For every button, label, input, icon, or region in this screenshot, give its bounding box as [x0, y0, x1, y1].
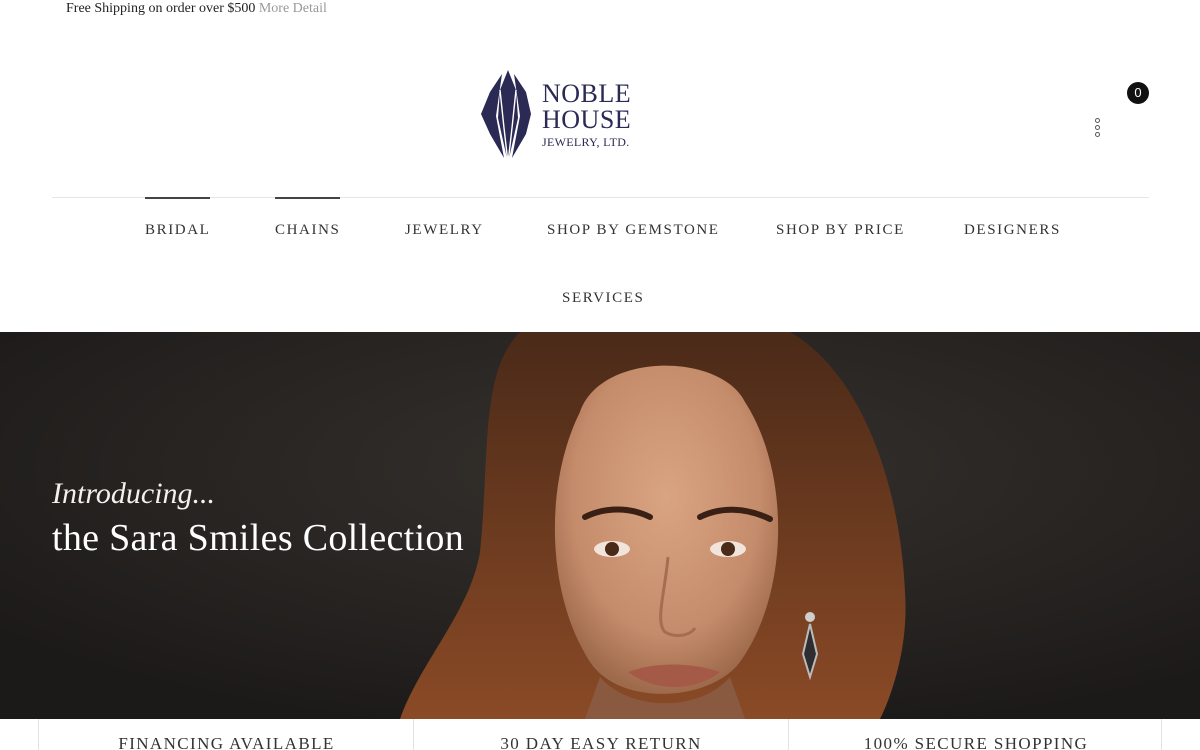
logo-line-jewelry: JEWELRY, LTD. — [542, 135, 630, 149]
site-logo[interactable]: NOBLE HOUSE JEWELRY, LTD. — [478, 68, 648, 168]
nav-item-shop-by-price[interactable]: SHOP BY PRICE — [776, 222, 905, 239]
hero-intro-text: Introducing... — [52, 477, 216, 510]
more-dots-icon[interactable] — [1090, 118, 1104, 144]
logo-line-house: HOUSE — [542, 105, 632, 134]
hero-banner[interactable]: Introducing... the Sara Smiles Collectio… — [0, 332, 1200, 719]
feature-secure-shopping: 100% SECURE SHOPPING — [788, 719, 1163, 750]
nav-item-designers[interactable]: DESIGNERS — [964, 222, 1061, 239]
shipping-banner: Free Shipping on order over $500 More De… — [66, 1, 327, 17]
nav-item-bridal[interactable]: BRIDAL — [145, 197, 211, 239]
nav-item-jewelry[interactable]: JEWELRY — [405, 222, 484, 239]
nav-item-services[interactable]: SERVICES — [562, 290, 644, 307]
feature-strip: FINANCING AVAILABLE 30 DAY EASY RETURN 1… — [38, 719, 1162, 750]
feature-financing: FINANCING AVAILABLE — [118, 734, 335, 750]
hero-title[interactable]: the Sara Smiles Collection — [52, 516, 464, 560]
feature-easy-return: 30 DAY EASY RETURN — [413, 719, 788, 750]
logo-line-noble: NOBLE — [542, 79, 632, 108]
cart-count-badge[interactable]: 0 — [1127, 82, 1149, 104]
nav-item-shop-by-gemstone[interactable]: SHOP BY GEMSTONE — [547, 222, 720, 239]
more-detail-link[interactable]: More Detail — [259, 1, 327, 16]
logo-mark-icon — [481, 70, 531, 164]
shipping-text: Free Shipping on order over $500 — [66, 1, 256, 16]
nav-item-chains[interactable]: CHAINS — [275, 197, 341, 239]
nav-divider — [52, 197, 1149, 198]
